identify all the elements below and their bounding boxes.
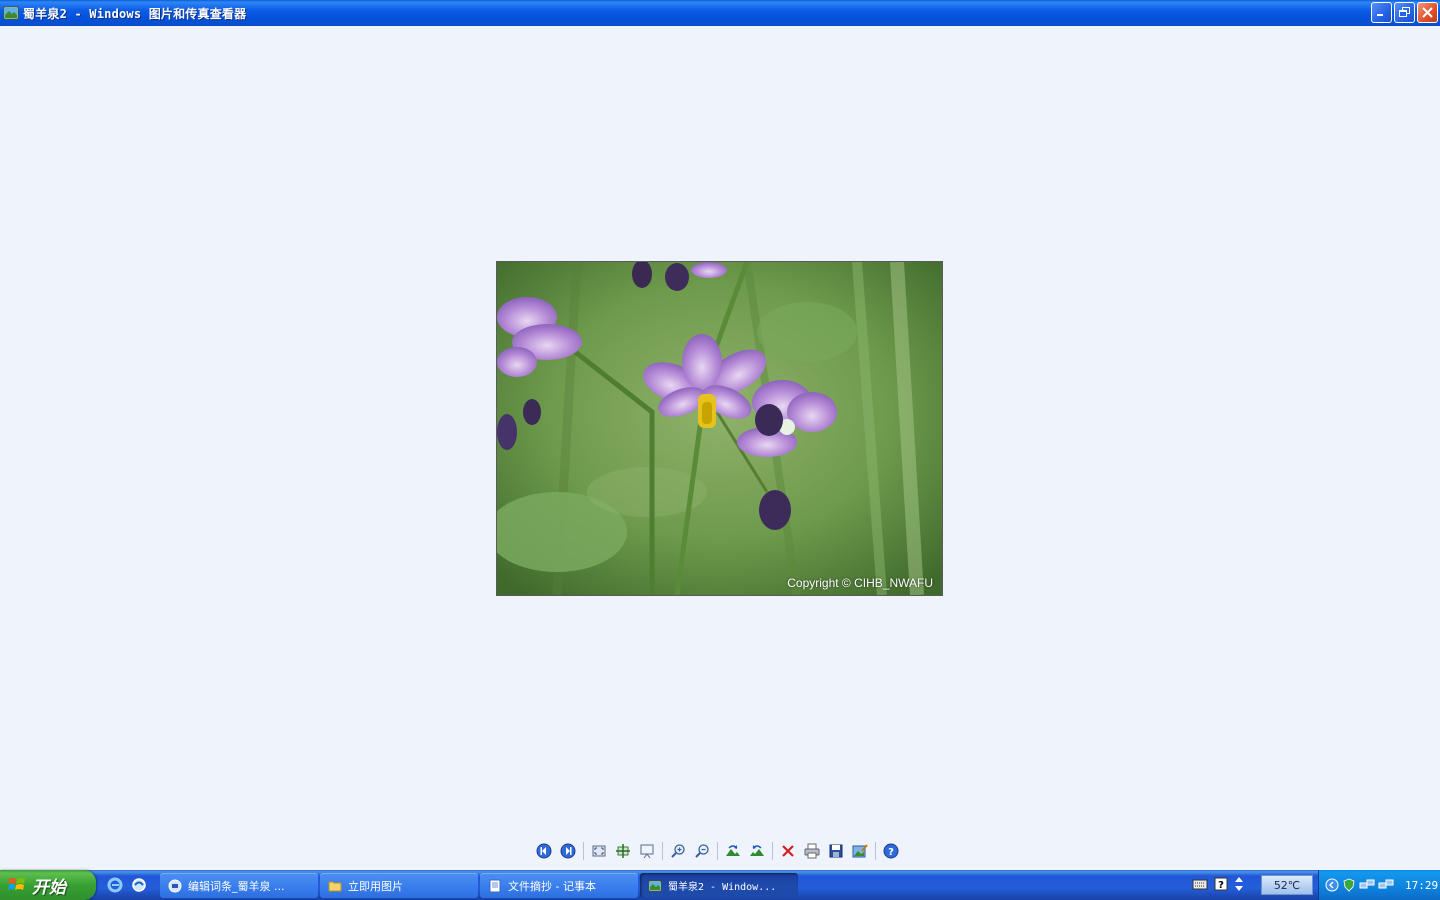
- close-icon: [1422, 7, 1433, 18]
- help-icon: ?: [883, 843, 899, 859]
- network-icon[interactable]: [1359, 878, 1375, 892]
- photo-flower-image: [497, 262, 942, 595]
- rotate-clockwise-button[interactable]: [721, 840, 745, 862]
- taskbar-item-folder[interactable]: 立即用图片: [320, 873, 478, 898]
- toolbar-separator: [875, 842, 876, 860]
- task-label: 编辑词条_蜀羊泉 ...: [188, 879, 285, 893]
- internet-explorer-icon: [107, 877, 123, 893]
- print-button[interactable]: [800, 840, 824, 862]
- slideshow-icon: [640, 844, 654, 859]
- toolbar-separator: [583, 842, 584, 860]
- image-viewer-app-icon: [3, 6, 19, 20]
- svg-text:?: ?: [888, 847, 894, 858]
- close-button[interactable]: [1417, 2, 1438, 23]
- window-title: 蜀羊泉2 - Windows 图片和传真查看器: [23, 6, 247, 21]
- toolbar-separator: [717, 842, 718, 860]
- network-connection-icon[interactable]: [1378, 878, 1394, 892]
- best-fit-icon: [592, 845, 606, 857]
- restore-button[interactable]: [1394, 2, 1415, 23]
- start-label: 开始: [32, 877, 66, 898]
- viewer-toolbar: ?: [532, 840, 903, 862]
- delete-icon: [782, 845, 794, 857]
- rotate-counterclockwise-icon: [750, 845, 764, 856]
- minimize-icon: [1377, 14, 1383, 16]
- print-icon: [804, 843, 820, 859]
- photo[interactable]: Copyright © CIHB_NWAFU: [496, 261, 943, 596]
- svg-text:?: ?: [1218, 880, 1224, 891]
- toolbar-separator: [772, 842, 773, 860]
- best-fit-button[interactable]: [587, 840, 611, 862]
- taskbar: 开始 编辑词条_蜀羊泉 ... 立即用图片 文件摘抄 - 记事本 蜀羊泉2 - …: [0, 870, 1440, 900]
- image-viewer-area[interactable]: Copyright © CIHB_NWAFU: [0, 26, 1440, 870]
- toolbar-separator: [662, 842, 663, 860]
- previous-image-button[interactable]: [532, 840, 556, 862]
- help-tray-icon[interactable]: ?: [1214, 877, 1228, 891]
- security-shield-icon[interactable]: [1342, 878, 1356, 892]
- browser-quick-launch[interactable]: [130, 876, 148, 894]
- tray-extra-icons: ?: [1192, 876, 1244, 892]
- edit-button[interactable]: [848, 840, 872, 862]
- clock[interactable]: 17:29: [1405, 879, 1438, 892]
- help-button[interactable]: ?: [879, 840, 903, 862]
- scroll-arrows-icon[interactable]: [1234, 876, 1244, 892]
- tray-expand-icon[interactable]: [1325, 878, 1339, 892]
- window-controls: [1371, 2, 1438, 23]
- actual-size-button[interactable]: [611, 840, 635, 862]
- save-icon: [829, 844, 843, 858]
- slideshow-button[interactable]: [635, 840, 659, 862]
- start-button[interactable]: 开始: [0, 870, 96, 900]
- copyright-watermark: Copyright © CIHB_NWAFU: [787, 576, 933, 590]
- system-tray: 17:29: [1318, 870, 1440, 900]
- restore-icon: [1399, 7, 1410, 17]
- actual-size-icon: [616, 844, 630, 858]
- browser-page-icon: [168, 879, 182, 892]
- zoom-in-icon: [671, 844, 685, 858]
- browser-icon: [132, 878, 146, 892]
- rotate-clockwise-icon: [726, 845, 740, 856]
- previous-icon: [536, 843, 552, 859]
- quick-launch: [106, 876, 148, 894]
- image-viewer-icon: [648, 880, 662, 891]
- task-label: 立即用图片: [348, 879, 403, 893]
- next-image-button[interactable]: [556, 840, 580, 862]
- keyboard-icon[interactable]: [1192, 877, 1208, 891]
- taskbar-item-editing-entry[interactable]: 编辑词条_蜀羊泉 ...: [160, 873, 318, 898]
- title-bar[interactable]: 蜀羊泉2 - Windows 图片和传真查看器: [0, 0, 1440, 26]
- minimize-button[interactable]: [1371, 2, 1392, 23]
- ie-quick-launch[interactable]: [106, 876, 124, 894]
- temperature-widget[interactable]: 52℃: [1261, 875, 1313, 895]
- taskbar-item-image-viewer[interactable]: 蜀羊泉2 - Window...: [640, 873, 798, 898]
- zoom-out-icon: [695, 844, 709, 858]
- zoom-out-button[interactable]: [690, 840, 714, 862]
- folder-icon: [328, 881, 342, 891]
- windows-logo-icon: [8, 878, 25, 890]
- edit-icon: [852, 844, 868, 858]
- next-icon: [560, 843, 576, 859]
- taskbar-item-notepad[interactable]: 文件摘抄 - 记事本: [480, 873, 638, 898]
- task-label: 蜀羊泉2 - Window...: [668, 882, 777, 893]
- task-label: 文件摘抄 - 记事本: [508, 879, 596, 893]
- rotate-counterclockwise-button[interactable]: [745, 840, 769, 862]
- notepad-icon: [489, 879, 501, 892]
- zoom-in-button[interactable]: [666, 840, 690, 862]
- delete-button[interactable]: [776, 840, 800, 862]
- save-button[interactable]: [824, 840, 848, 862]
